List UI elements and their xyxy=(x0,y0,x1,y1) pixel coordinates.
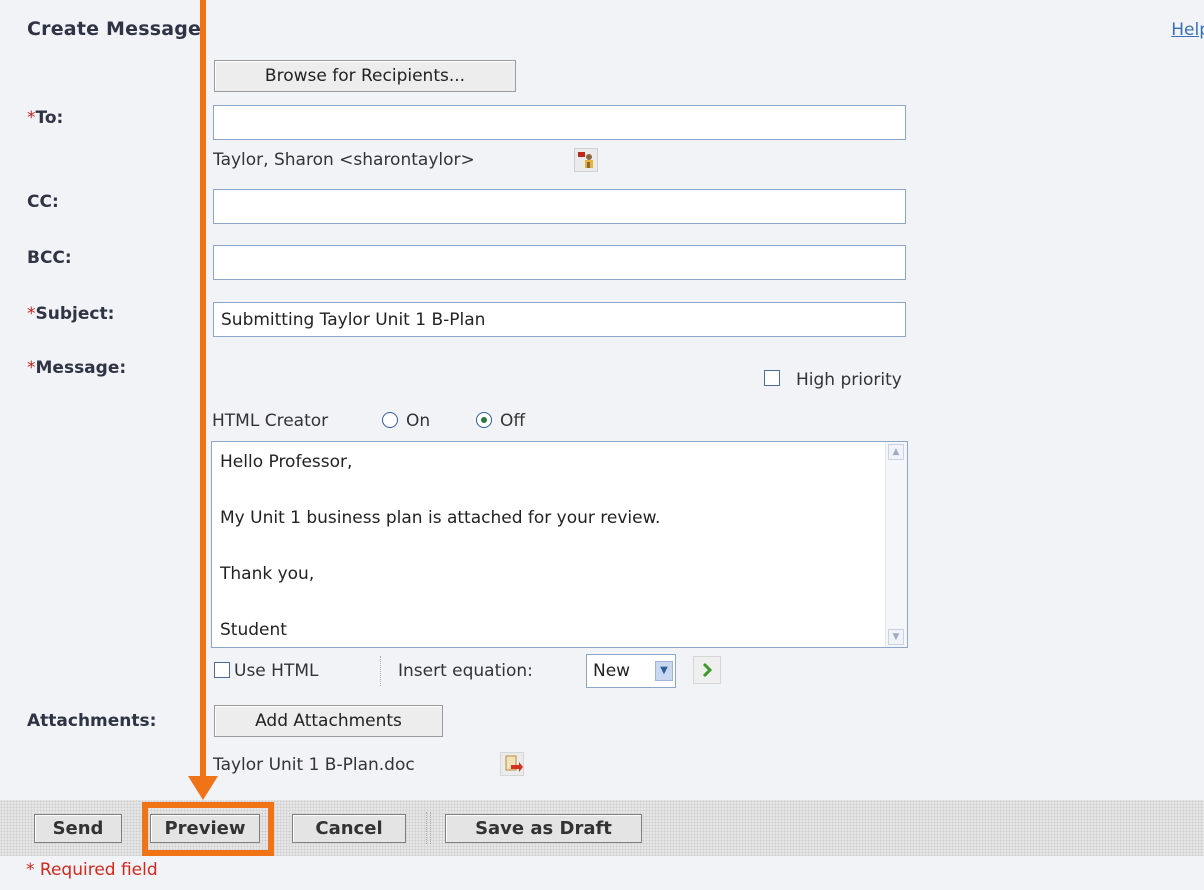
cc-label: CC: xyxy=(27,192,59,212)
message-body-textarea[interactable]: Hello Professor, My Unit 1 business plan… xyxy=(211,441,908,648)
message-line: Thank you, xyxy=(220,564,315,584)
html-creator-off-label: Off xyxy=(500,411,526,431)
high-priority-label: High priority xyxy=(796,370,902,390)
to-field[interactable] xyxy=(213,105,906,140)
equation-select[interactable]: New ▼ xyxy=(586,654,676,688)
high-priority-checkbox[interactable] xyxy=(764,370,780,386)
attachment-file: Taylor Unit 1 B-Plan.doc xyxy=(213,755,415,775)
subject-field[interactable] xyxy=(213,302,906,337)
message-line: Student xyxy=(220,620,287,640)
scroll-down-icon[interactable]: ▼ xyxy=(888,629,904,645)
help-link[interactable]: Help xyxy=(1171,20,1204,40)
remove-attachment-icon[interactable] xyxy=(500,752,524,776)
add-attachments-button[interactable]: Add Attachments xyxy=(214,705,443,737)
message-line: My Unit 1 business plan is attached for … xyxy=(220,508,661,528)
browse-recipients-button[interactable]: Browse for Recipients... xyxy=(214,60,516,92)
remove-recipient-icon[interactable] xyxy=(574,148,598,172)
html-creator-on-radio[interactable] xyxy=(382,412,398,428)
selected-recipient: Taylor, Sharon <sharontaylor> xyxy=(213,150,475,170)
action-divider xyxy=(426,812,431,844)
page-title: Create Message xyxy=(27,18,202,40)
message-line: Hello Professor, xyxy=(220,452,353,472)
required-marker: * xyxy=(27,358,36,378)
cc-field[interactable] xyxy=(213,189,906,224)
cancel-button[interactable]: Cancel xyxy=(292,814,406,843)
go-arrow-icon[interactable] xyxy=(693,656,721,684)
scroll-up-icon[interactable]: ▲ xyxy=(888,444,904,460)
insert-equation-label: Insert equation: xyxy=(398,661,533,681)
html-creator-on-label: On xyxy=(406,411,431,431)
dropdown-arrow-icon[interactable]: ▼ xyxy=(655,661,673,681)
highlight-arrow-head xyxy=(188,776,218,800)
subject-label: *Subject: xyxy=(27,304,115,324)
highlight-arrow-line xyxy=(200,0,206,780)
required-field-note: * Required field xyxy=(26,860,158,880)
message-scrollbar[interactable]: ▲ ▼ xyxy=(885,442,907,647)
use-html-label: Use HTML xyxy=(234,661,319,681)
bcc-field[interactable] xyxy=(213,245,906,280)
send-button[interactable]: Send xyxy=(34,814,122,843)
toolbar-divider xyxy=(380,656,382,686)
required-marker: * xyxy=(27,108,36,128)
use-html-checkbox[interactable] xyxy=(214,662,230,678)
to-label: *To: xyxy=(27,108,64,128)
bcc-label: BCC: xyxy=(27,248,72,268)
required-marker: * xyxy=(27,304,36,324)
message-label: *Message: xyxy=(27,358,127,378)
html-creator-off-radio[interactable] xyxy=(476,412,492,428)
equation-select-value: New xyxy=(593,661,631,681)
html-creator-label: HTML Creator xyxy=(212,411,329,431)
save-draft-button[interactable]: Save as Draft xyxy=(445,814,642,843)
attachments-label: Attachments: xyxy=(27,711,157,731)
preview-highlight-box xyxy=(142,802,274,856)
